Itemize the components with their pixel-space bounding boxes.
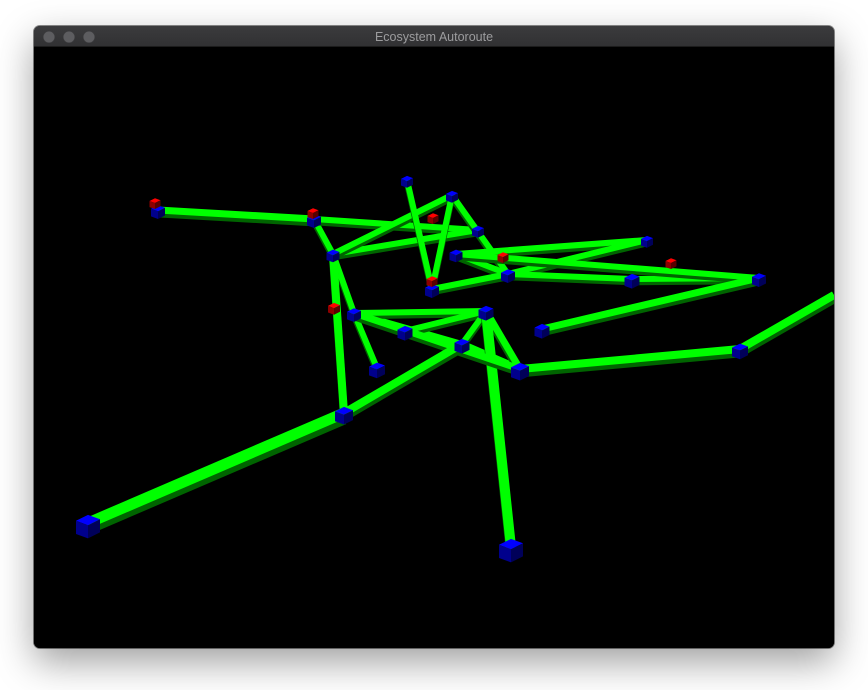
road-segment <box>353 308 487 316</box>
render-viewport[interactable] <box>34 47 834 648</box>
road-network-scene <box>34 47 834 648</box>
title-bar[interactable]: Ecosystem Autoroute <box>34 26 834 47</box>
app-window: Ecosystem Autoroute <box>34 26 834 648</box>
window-title: Ecosystem Autoroute <box>374 30 494 44</box>
